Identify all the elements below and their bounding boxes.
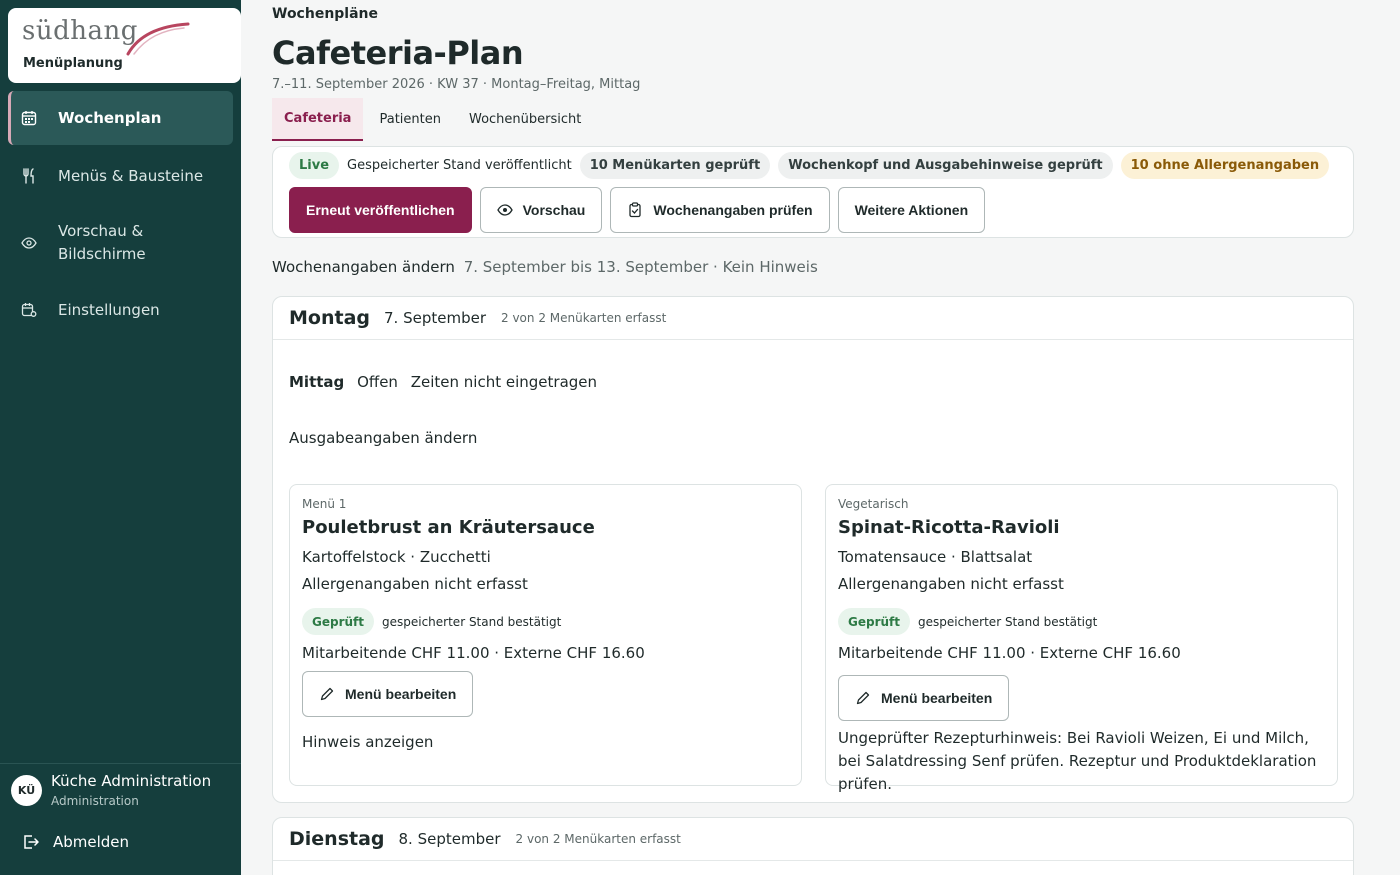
edit-menu-button[interactable]: Menü bearbeiten	[838, 675, 1010, 721]
checked-cards-badge: 10 Menükarten geprüft	[579, 152, 771, 179]
menu-sides: Tomatensauce · Blattsalat	[838, 548, 1033, 566]
fork-knife-icon	[20, 167, 38, 185]
day-card-montag: Montag 7. September 2 von 2 Menükarten e…	[272, 296, 1354, 803]
sidebar-item-menues[interactable]: Menüs & Bausteine	[8, 149, 233, 203]
meal-times: Zeiten nicht eingetragen	[410, 373, 598, 391]
check-text: gespeicherter Stand bestätigt	[918, 614, 1098, 629]
sidebar-divider	[0, 763, 241, 764]
edit-menu-button[interactable]: Menü bearbeiten	[302, 671, 474, 717]
week-edit-label: Wochenangaben ändern	[272, 258, 455, 276]
clipboard-check-icon	[627, 202, 643, 218]
menu-allergens: Allergenangaben nicht erfasst	[302, 575, 528, 593]
tab-bar: Cafeteria Patienten Wochenübersicht	[272, 98, 597, 141]
edit-menu-label: Menü bearbeiten	[345, 686, 457, 702]
menu-allergens: Allergenangaben nicht erfasst	[838, 575, 1064, 593]
day-card-count: 2 von 2 Menükarten erfasst	[515, 832, 681, 846]
day-header: Dienstag 8. September 2 von 2 Menükarten…	[273, 818, 1353, 861]
menu-title: Pouletbrust an Kräutersauce	[302, 517, 595, 538]
eye-icon	[496, 202, 513, 218]
sidebar-item-wochenplan[interactable]: Wochenplan	[8, 91, 233, 145]
preview-label: Vorschau	[522, 202, 586, 218]
day-date: 8. September	[398, 830, 501, 848]
more-actions-button[interactable]: Weitere Aktionen	[837, 187, 986, 233]
checked-head-badge: Wochenkopf und Ausgabehinweise geprüft	[778, 152, 1113, 179]
edit-menu-label: Menü bearbeiten	[881, 690, 993, 706]
brand-logo[interactable]: südhang Menüplanung	[8, 8, 241, 83]
brand-name: südhang	[22, 16, 138, 46]
more-actions-label: Weitere Aktionen	[854, 202, 969, 218]
menu-check-row: Geprüft gespeicherter Stand bestätigt	[838, 608, 1325, 635]
menu-card: Menü 1 Pouletbrust an Kräutersauce Karto…	[289, 484, 802, 786]
edit-service-details-link[interactable]: Ausgabeangaben ändern	[289, 429, 477, 447]
checked-badge: Geprüft	[302, 608, 374, 635]
meal-name: Mittag	[289, 373, 345, 391]
calendar-settings-icon	[20, 301, 38, 319]
preview-button[interactable]: Vorschau	[479, 187, 603, 233]
day-card-count: 2 von 2 Menükarten erfasst	[501, 311, 667, 325]
page-title: Cafeteria-Plan	[272, 34, 524, 72]
day-name: Dienstag	[289, 828, 385, 850]
menu-kind: Menü 1	[302, 497, 347, 511]
recipe-hint-text: Ungeprüfter Rezepturhinweis: Bei Ravioli…	[838, 729, 1317, 793]
menu-card: Vegetarisch Spinat-Ricotta-Ravioli Tomat…	[825, 484, 1338, 793]
logout-button[interactable]: Abmelden	[22, 833, 129, 851]
republish-button[interactable]: Erneut veröffentlichen	[289, 187, 472, 233]
menu-price: Mitarbeitende CHF 11.00 · Externe CHF 16…	[838, 644, 1181, 662]
tab-cafeteria[interactable]: Cafeteria	[272, 98, 364, 141]
menu-kind: Vegetarisch	[838, 497, 909, 511]
menu-sides: Kartoffelstock · Zucchetti	[302, 548, 491, 566]
tab-patienten[interactable]: Patienten	[367, 98, 453, 141]
missing-allergens-badge[interactable]: 10 ohne Allergenangaben	[1120, 152, 1330, 179]
status-chips: Live Gespeicherter Stand veröffentlicht …	[289, 152, 1337, 179]
day-header: Montag 7. September 2 von 2 Menükarten e…	[273, 297, 1353, 340]
sidebar-item-einstellungen[interactable]: Einstellungen	[8, 283, 233, 337]
sidebar-item-label: Vorschau & Bildschirme	[58, 222, 146, 263]
user-name: Küche Administration	[51, 772, 212, 790]
meal-status: Mittag Offen Zeiten nicht eingetragen	[289, 373, 605, 391]
brand-subtitle: Menüplanung	[23, 56, 123, 71]
republish-label: Erneut veröffentlichen	[306, 202, 455, 218]
sidebar-item-label: Menüs & Bausteine	[58, 166, 204, 185]
menu-price: Mitarbeitende CHF 11.00 · Externe CHF 16…	[302, 644, 645, 662]
avatar: KÜ	[11, 774, 42, 806]
check-week-button[interactable]: Wochenangaben prüfen	[610, 187, 830, 233]
logout-icon	[22, 833, 40, 851]
week-edit-detail: 7. September bis 13. September · Kein Hi…	[463, 258, 818, 276]
pencil-icon	[319, 686, 335, 702]
saved-status-text: Gespeicherter Stand veröffentlicht	[347, 158, 572, 173]
sidebar-nav: Wochenplan Menüs & Bausteine Vorschau & …	[8, 91, 233, 341]
day-name: Montag	[289, 307, 370, 329]
calendar-icon	[20, 109, 38, 127]
checked-badge: Geprüft	[838, 608, 910, 635]
eye-icon	[20, 234, 38, 252]
publish-status-card: Live Gespeicherter Stand veröffentlicht …	[272, 146, 1354, 238]
action-bar: Erneut veröffentlichen Vorschau Wochenan…	[289, 187, 993, 233]
show-hint-link[interactable]: Hinweis anzeigen	[302, 731, 789, 754]
live-badge: Live	[289, 152, 340, 179]
check-week-label: Wochenangaben prüfen	[653, 202, 813, 218]
sidebar: südhang Menüplanung Wochenplan Menüs & B…	[0, 0, 241, 875]
meal-state: Offen	[357, 373, 398, 391]
sidebar-item-vorschau[interactable]: Vorschau & Bildschirme	[8, 207, 233, 279]
logout-label: Abmelden	[53, 833, 130, 851]
brand-swoosh-icon	[126, 22, 190, 56]
day-date: 7. September	[384, 309, 486, 327]
menu-title: Spinat-Ricotta-Ravioli	[838, 517, 1060, 538]
tab-wochenuebersicht[interactable]: Wochenübersicht	[457, 98, 593, 141]
breadcrumb[interactable]: Wochenpläne	[272, 6, 378, 22]
check-text: gespeicherter Stand bestätigt	[382, 614, 562, 629]
user-role: Administration	[51, 794, 139, 808]
pencil-icon	[855, 690, 871, 706]
sidebar-item-label: Einstellungen	[58, 300, 160, 319]
page-subtitle: 7.–11. September 2026 · KW 37 · Montag–F…	[272, 77, 641, 92]
sidebar-item-label: Wochenplan	[58, 108, 162, 127]
week-edit-link[interactable]: Wochenangaben ändern 7. September bis 13…	[272, 258, 818, 276]
user-profile[interactable]: KÜ Küche Administration Administration	[11, 772, 211, 808]
menu-check-row: Geprüft gespeicherter Stand bestätigt	[302, 608, 789, 635]
day-card-dienstag: Dienstag 8. September 2 von 2 Menükarten…	[272, 817, 1354, 875]
